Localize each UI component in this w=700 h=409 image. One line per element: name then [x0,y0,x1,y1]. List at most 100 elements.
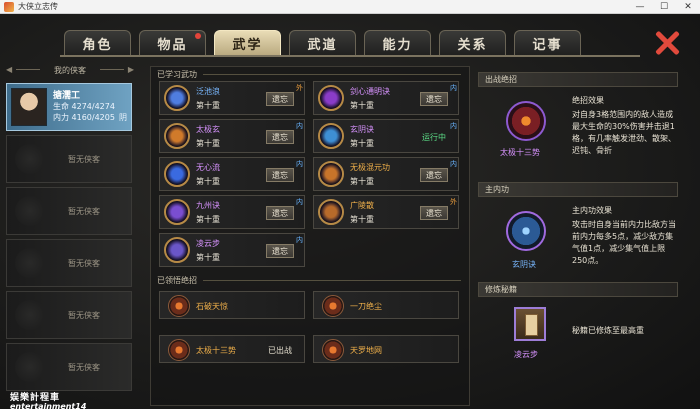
skill-name: 剑心通明诀 [350,87,390,96]
ultimate-card[interactable]: 天罗地网 [313,335,459,363]
empty-hero-slot[interactable]: 暂无侠客 [6,135,132,183]
skill-icon [318,161,344,187]
skill-card[interactable]: 玄阴诀 第十重 运行中内 [313,119,459,153]
skill-level: 第十重 [196,101,220,110]
maximize-button[interactable]: ☐ [652,0,676,14]
empty-hero-slot[interactable]: 暂无侠客 [6,291,132,339]
roster-header: ◀ 我的侠客 ▶ [0,60,140,80]
hero-mp: 内力 4160/4205 [53,113,115,122]
skill-name: 凌云步 [196,239,220,248]
battle-ultimate-section: 出战绝招 太极十三势 绝招效果 对自身3格范围内的敌人造成最大生命的30%伤害并… [478,72,678,182]
ultimate-icon [168,295,190,317]
forget-button[interactable]: 遗忘 [266,244,294,258]
skill-card[interactable]: 无心流第十重 遗忘内 [159,157,305,191]
skill-icon [164,123,190,149]
empty-hero-slot[interactable]: 暂无侠客 [6,187,132,235]
skill-card[interactable]: 泛池浪 第十重 遗忘外 [159,81,305,115]
tab-items[interactable]: 物品 [139,30,206,56]
ultimate-name: 一刀绝尘 [350,302,382,311]
hero-card-selected[interactable]: 搪濡工 生命 4274/4274 内力 4160/4205 阴 [6,83,132,131]
forget-button[interactable]: 遗忘 [266,168,294,182]
empty-hero-slot[interactable]: 暂无侠客 [6,239,132,287]
main-internal-header: 主内功 [478,182,678,197]
watermark-subtitle: entertainment14 [10,402,87,409]
ultimate-card[interactable]: 太极十三势 已出战 [159,335,305,363]
ultimate-status: 已出战 [268,346,292,355]
tab-journal[interactable]: 记事 [514,30,581,56]
manual-header: 修炼秘籍 [478,282,678,297]
skill-name: 无极混元功 [350,163,390,172]
empty-hero-slot[interactable]: 暂无侠客 [6,343,132,391]
minimize-button[interactable]: — [628,0,652,14]
arrow-left-icon[interactable]: ◀ [6,65,12,74]
skill-level: 第十重 [196,177,220,186]
battle-ultimate-header: 出战绝招 [478,72,678,87]
skill-level: 第十重 [196,215,220,224]
skill-card[interactable]: 太极玄第十重 遗忘内 [159,119,305,153]
ultimate-icon [322,295,344,317]
ultimate-card[interactable]: 石破天惊 [159,291,305,319]
skill-type-tag: 内 [450,84,457,92]
skill-name: 广陵散 [350,201,374,210]
skill-name: 太极玄 [196,125,220,134]
window-close-button[interactable]: ✕ [676,0,700,14]
manual-note: 秘籍已修炼至最高重 [572,326,644,335]
forget-button[interactable]: 遗忘 [266,206,294,220]
forget-button[interactable]: 遗忘 [266,130,294,144]
skill-type-tag: 内 [450,122,457,130]
skill-card[interactable]: 九州诀第十重 遗忘内 [159,195,305,229]
main-internal-section: 主内功 玄阴诀 主内功效果 攻击时自身当前内力比敌方当前内力每多5点，减少敌方集… [478,182,678,282]
manual-name: 凌云步 [514,350,538,359]
xuanyin-icon[interactable] [506,211,546,251]
skill-card[interactable]: 凌云步 第十重 遗忘内 [159,233,305,267]
ultimate-name: 天罗地网 [350,346,382,355]
learned-skill-grid: 泛池浪 第十重 遗忘外剑心通明诀 第十重 遗忘内太极玄 第十重 遗忘内玄阴诀 第十重 运行中内无… [159,81,469,267]
hero-hp: 生命 4274/4274 [53,102,115,111]
skill-name: 玄阴诀 [350,125,374,134]
forget-button[interactable]: 遗忘 [420,92,448,106]
taiji-ultimate-icon[interactable] [506,101,546,141]
skill-card[interactable]: 剑心通明诀 第十重 遗忘内 [313,81,459,115]
tab-relations[interactable]: 关系 [439,30,506,56]
skill-card[interactable]: 无极混元功 第十重 遗忘内 [313,157,459,191]
battle-ultimate-name: 太极十三势 [500,148,540,157]
forget-button[interactable]: 遗忘 [420,168,448,182]
app-icon [4,1,14,12]
tab-character[interactable]: 角色 [64,30,131,56]
internal-effect-title: 主内功效果 [572,206,612,215]
skill-card[interactable]: 广陵散 第十重 遗忘外 [313,195,459,229]
main-internal-name: 玄阴诀 [512,260,536,269]
skill-type-tag: 外 [450,198,457,206]
arrow-right-icon[interactable]: ▶ [128,65,134,74]
tab-divider [60,55,640,57]
skill-icon [318,123,344,149]
skill-level: 第十重 [350,177,374,186]
forget-button[interactable]: 遗忘 [266,92,294,106]
manual-section: 修炼秘籍 凌云步 秘籍已修炼至最高重 [478,282,678,382]
learned-header: 已学习武功 [151,67,469,81]
ultimates-header: 已领悟绝招 [151,273,469,287]
manual-book-icon[interactable] [514,307,546,341]
skills-panel: 已学习武功 泛池浪 第十重 遗忘外剑心通明诀 第十重 遗忘内太极玄 第十重 遗忘内玄阴诀 第十… [150,66,470,406]
skill-type-tag: 内 [296,160,303,168]
tab-martial-path[interactable]: 武道 [289,30,356,56]
skill-icon [318,199,344,225]
game-screen: 角色 物品 武学 武道 能力 关系 记事 ◀ 我的侠客 ▶ 搪濡工 生命 427… [0,14,700,409]
close-icon[interactable] [652,28,682,58]
tab-martial-arts[interactable]: 武学 [214,30,281,56]
skill-type-tag: 内 [296,198,303,206]
forget-button[interactable]: 遗忘 [420,206,448,220]
ultimate-card[interactable]: 一刀绝尘 [313,291,459,319]
skill-icon [164,161,190,187]
main-tabs: 角色 物品 武学 武道 能力 关系 记事 [64,30,581,56]
skill-type-tag: 内 [296,236,303,244]
ultimate-grid: 石破天惊 一刀绝尘太极十三势 已出战 天罗地网 [159,291,469,363]
tab-abilities[interactable]: 能力 [364,30,431,56]
skill-level: 第十重 [196,139,220,148]
skill-name: 无心流 [196,163,220,172]
window-titlebar: 大侠立志传 — ☐ ✕ [0,0,700,14]
skill-type-tag: 内 [296,122,303,130]
skill-name: 九州诀 [196,201,220,210]
hero-alignment: 阴 [119,113,127,122]
internal-effect-text: 攻击时自身当前内力比敌方当前内力每多5点，减少敌方集气值1点，减少集气值上限25… [572,220,676,265]
